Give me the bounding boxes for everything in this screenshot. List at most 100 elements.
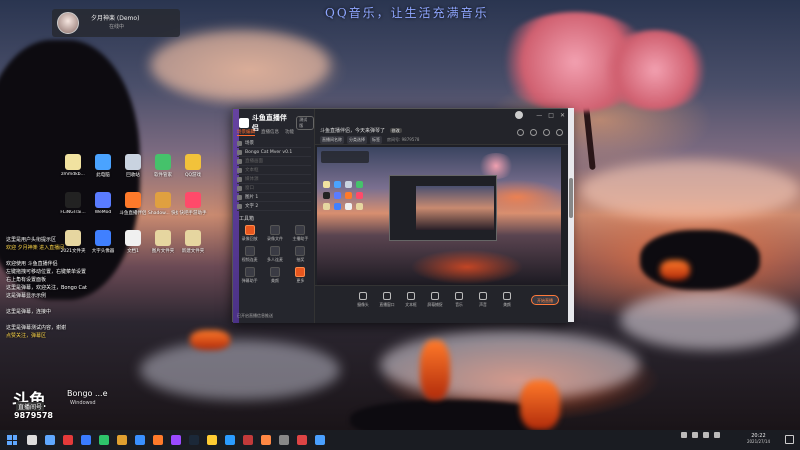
- eye-icon[interactable]: [237, 203, 242, 209]
- start-button[interactable]: [7, 435, 17, 445]
- tool-label: 美颜: [270, 278, 279, 283]
- app-icon-9[interactable]: [297, 435, 307, 445]
- desktop-icon[interactable]: 此电脑: [88, 154, 118, 178]
- tool-button[interactable]: 美颜: [262, 267, 287, 284]
- scene-item[interactable]: 场景: [237, 139, 311, 148]
- tool-button[interactable]: 录像文件: [262, 225, 287, 242]
- chat-message: 欢迎使用 斗鱼直播伴侣: [6, 261, 58, 267]
- scene-item[interactable]: 图片 1: [237, 193, 311, 202]
- tool-button[interactable]: 更多: [288, 267, 313, 284]
- desktop-icon[interactable]: 斗鱼直播伴侣: [118, 192, 148, 216]
- user-avatar[interactable]: [515, 111, 523, 119]
- clock-date: 2021/27/14: [746, 439, 770, 444]
- search-icon[interactable]: [27, 435, 37, 445]
- profile-card[interactable]: 夕月神楽 (Demo) 在线中: [52, 9, 180, 37]
- scene-item[interactable]: 文字 2: [237, 202, 311, 211]
- douyu-icon[interactable]: [153, 435, 163, 445]
- record-icon[interactable]: [530, 129, 537, 136]
- source-button[interactable]: 摄像头: [355, 292, 371, 308]
- desktop-icon[interactable]: WeMod: [88, 192, 118, 215]
- app-icon-7[interactable]: [261, 435, 271, 445]
- tool-button[interactable]: 抽奖: [288, 246, 313, 263]
- desktop-icon[interactable]: FLiNGTrai...: [58, 192, 88, 215]
- tag-category[interactable]: 分类选择: [347, 136, 367, 144]
- desktop-icon[interactable]: zmmdkb...: [58, 154, 88, 177]
- scene-item[interactable]: 媒体源: [237, 175, 311, 184]
- app-icon-3[interactable]: [171, 435, 181, 445]
- minimize-button[interactable]: —: [536, 112, 542, 119]
- desktop-icon[interactable]: 软件管家: [148, 154, 178, 178]
- tray-chevron-icon[interactable]: [681, 432, 687, 438]
- app-icon-2[interactable]: [81, 435, 91, 445]
- source-button[interactable]: 音乐: [451, 292, 467, 308]
- tag-room-name[interactable]: 直播间名称: [320, 136, 344, 144]
- desktop-icon[interactable]: 快吧手游助手: [178, 192, 208, 216]
- eye-icon[interactable]: [237, 185, 242, 191]
- tool-icon: [295, 225, 306, 235]
- desktop-icon[interactable]: QQ游戏: [178, 154, 208, 178]
- task-view-icon[interactable]: [45, 435, 55, 445]
- clock[interactable]: 20:22 2021/27/14: [747, 433, 770, 444]
- notification-icon[interactable]: [785, 435, 794, 444]
- network-icon[interactable]: [692, 432, 698, 438]
- app-icon-8[interactable]: [279, 435, 289, 445]
- tool-button[interactable]: 弹幕助手: [237, 267, 262, 284]
- start-live-button[interactable]: 开始直播: [531, 295, 559, 305]
- push-checkbox-label[interactable]: 已开启直播信息推送: [237, 313, 273, 319]
- app-icon-6[interactable]: [243, 435, 253, 445]
- desktop-icon[interactable]: 新建文件夹: [178, 230, 208, 254]
- app-icon-10[interactable]: [315, 435, 325, 445]
- desktop-icon[interactable]: 图片文件夹: [148, 230, 178, 254]
- source-button[interactable]: 美颜: [499, 292, 515, 308]
- eye-icon[interactable]: [237, 158, 242, 164]
- desktop-icon-label: Shadow... 快捷方式: [148, 211, 178, 216]
- steam-icon[interactable]: [189, 435, 199, 445]
- scene-item[interactable]: 直播画面: [237, 157, 311, 166]
- scrollbar-thumb[interactable]: [569, 178, 573, 218]
- desktop-icon[interactable]: Shadow... 快捷方式: [148, 192, 178, 216]
- eye-icon[interactable]: [237, 140, 242, 146]
- tab-features[interactable]: 功能: [285, 129, 294, 136]
- scrollbar[interactable]: [568, 108, 574, 322]
- source-button[interactable]: 声音: [475, 292, 491, 308]
- desktop-icon[interactable]: 回收站: [118, 154, 148, 178]
- message-icon[interactable]: [543, 129, 550, 136]
- eye-icon[interactable]: [237, 194, 242, 200]
- ime-icon[interactable]: [714, 432, 720, 438]
- eye-icon[interactable]: [237, 149, 242, 155]
- scene-label: Bongo Cat Mver v0.1: [245, 149, 293, 155]
- stream-preview[interactable]: [317, 147, 561, 285]
- close-button[interactable]: ✕: [560, 112, 565, 119]
- maximize-button[interactable]: □: [548, 112, 554, 119]
- tool-button[interactable]: 多人连麦: [262, 246, 287, 263]
- volume-icon[interactable]: [703, 432, 709, 438]
- browser-icon[interactable]: [135, 435, 145, 445]
- eye-icon[interactable]: [237, 167, 242, 173]
- scene-item[interactable]: 文本框: [237, 166, 311, 175]
- tool-button[interactable]: 主播助手: [288, 225, 313, 242]
- tool-button[interactable]: 录像回放: [237, 225, 262, 242]
- window-controls: — □ ✕: [536, 112, 565, 119]
- app-icon-1[interactable]: [63, 435, 73, 445]
- edit-title-button[interactable]: 修改: [389, 128, 402, 133]
- tag-labels[interactable]: 标签: [370, 136, 382, 144]
- scene-item[interactable]: 窗口: [237, 184, 311, 193]
- source-button[interactable]: 文本框: [403, 292, 419, 308]
- share-icon[interactable]: [556, 129, 563, 136]
- tool-button[interactable]: 视频连麦: [237, 246, 262, 263]
- source-button[interactable]: 直播窗口: [379, 292, 395, 308]
- app-icon-4[interactable]: [207, 435, 217, 445]
- desktop-icon-image: [95, 154, 111, 170]
- tab-scene[interactable]: 场景编辑: [237, 129, 255, 136]
- scene-label: 文字 2: [245, 204, 259, 209]
- wechat-icon[interactable]: [99, 435, 109, 445]
- eye-icon[interactable]: [237, 176, 242, 182]
- desktop-icon-image: [185, 154, 201, 170]
- desktop-icon-label: 软件管家: [154, 173, 172, 178]
- app-icon-5[interactable]: [225, 435, 235, 445]
- scene-item[interactable]: Bongo Cat Mver v0.1: [237, 148, 311, 157]
- source-button[interactable]: 屏幕捕捉: [427, 292, 443, 308]
- settings-icon[interactable]: [517, 129, 524, 136]
- folder-icon[interactable]: [117, 435, 127, 445]
- tab-info[interactable]: 直播信息: [261, 129, 279, 136]
